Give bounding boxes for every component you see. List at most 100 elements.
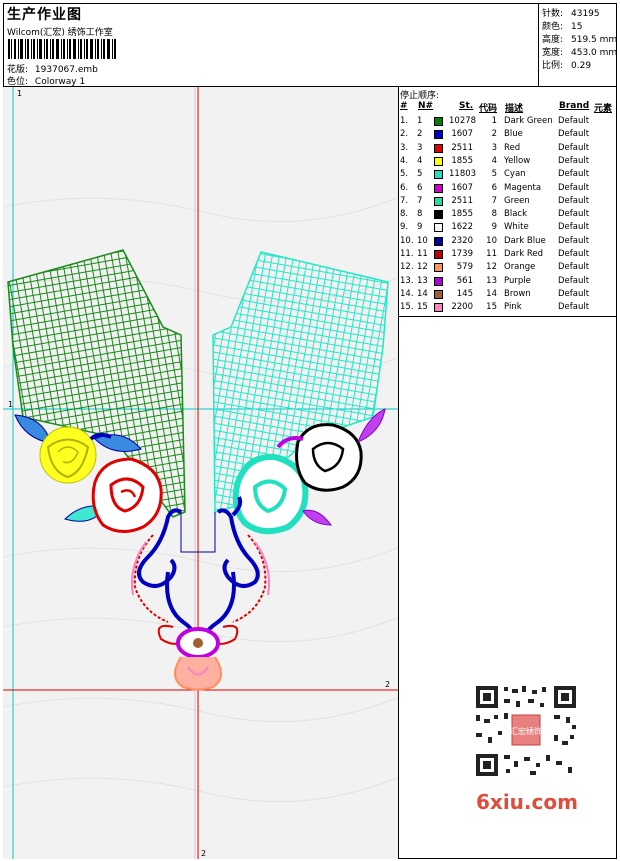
row-index: 1. [400,116,409,126]
row-code: 2 [491,129,497,140]
table-header: # N# St. 代码 描述 Brand 元素 [399,101,617,114]
col-code: 代码 [479,104,498,114]
row-code: 15 [486,302,497,313]
color-swatch [434,303,443,313]
row-code: 13 [486,275,497,286]
row-brand: Default [558,302,590,313]
row-desc: White [504,222,529,233]
row-index: 11. [400,249,414,259]
row-n: 4 [417,155,423,166]
table-row: 9. 9 1622 9 White Default [399,222,617,235]
guide-label-top: 1 [17,89,22,98]
color-swatch [434,117,443,126]
row-stitches: 1855 [451,209,473,220]
table-row: 7. 7 2511 7 Green Default [399,196,617,209]
row-brand: Default [558,195,590,206]
row-brand: Default [558,262,590,273]
row-n: 12 [417,262,428,273]
row-desc: Orange [504,262,536,273]
row-stitches: 2511 [451,142,473,153]
row-stitches: 11803 [449,169,477,180]
row-brand: Default [558,182,590,193]
row-index: 7. [400,195,409,206]
colorway-label: 色位: [7,77,29,87]
stats-panel: 针数: 43195 颜色: 15 高度: 519.5 mm 宽度: 453.0 mm 比… [539,3,617,87]
row-index: 5. [400,169,409,180]
stat-colors: 颜色: 15 [542,22,583,32]
row-code: 14 [486,288,497,299]
row-index: 13. [400,275,414,286]
header-panel: 生产作业图 Wilcom(汇宏) 绣饰工作室 花版: 1937067.emb 色… [3,3,539,87]
row-code: 8 [491,209,497,220]
row-stitches: 579 [456,262,473,273]
row-brand: Default [558,142,590,153]
col-n: N# [418,101,434,111]
row-n: 13 [417,275,428,286]
row-desc: Yellow [504,155,531,166]
row-code: 3 [491,142,497,153]
table-row: 2. 2 1607 2 Blue Default [399,129,617,142]
guide-label-left: 1 [8,400,13,409]
row-brand: Default [558,235,590,246]
row-index: 4. [400,155,409,166]
guide-label-right: 2 [385,680,390,689]
row-n: 14 [417,288,428,299]
row-brand: Default [558,249,590,259]
row-stitches: 1739 [451,249,473,259]
table-row: 5. 5 11803 5 Cyan Default [399,169,617,182]
row-brand: Default [558,222,590,233]
table-row: 1. 1 10278 1 Dark Green Default [399,116,617,129]
row-brand: Default [558,288,590,299]
row-n: 5 [417,169,423,180]
table-row: 11. 11 1739 11 Dark Red Default [399,249,617,262]
row-brand: Default [558,169,590,180]
table-row: 12. 12 579 12 Orange Default [399,262,617,275]
row-desc: Cyan [504,169,526,180]
yellow-flower [39,426,97,484]
row-stitches: 561 [456,275,473,286]
row-n: 15 [417,302,428,313]
color-swatch [434,196,443,206]
row-brand: Default [558,275,590,286]
table-row: 6. 6 1607 6 Magenta Default [399,183,617,196]
black-rose [295,423,363,492]
row-stitches: 145 [456,288,473,299]
color-swatch [434,276,443,286]
row-brand: Default [558,116,590,126]
row-stitches: 1855 [451,155,473,166]
table-row: 8. 8 1855 8 Black Default [399,209,617,222]
row-stitches: 1607 [451,182,473,193]
bottom-motif [157,624,239,691]
row-code: 9 [491,222,497,233]
guide-label-bottom: 2 [201,849,206,858]
row-n: 7 [417,195,423,206]
row-desc: Black [504,209,527,220]
page-title: 生产作业图 [7,7,82,23]
row-desc: Magenta [504,182,542,193]
row-brand: Default [558,209,590,220]
row-desc: Red [504,142,521,153]
row-stitches: 2200 [451,302,473,313]
row-n: 3 [417,142,423,153]
color-swatch [434,183,443,193]
row-index: 12. [400,262,414,273]
row-stitches: 1622 [451,222,473,233]
row-code: 5 [491,169,497,180]
cyan-flower [232,453,309,535]
row-n: 8 [417,209,423,220]
row-index: 10. [400,235,414,246]
row-stitches: 10278 [449,116,477,126]
row-n: 1 [417,116,423,126]
color-swatch [434,223,443,233]
color-swatch [434,130,443,140]
row-index: 14. [400,288,414,299]
row-desc: Dark Red [504,249,544,259]
barcode [8,39,116,59]
studio-subtitle: Wilcom(汇宏) 绣饰工作室 [7,28,113,38]
table-row: 14. 14 145 14 Brown Default [399,289,617,302]
row-desc: Dark Blue [504,235,546,246]
qr-code-watermark: 汇宏绣饰 [470,681,582,781]
site-watermark: 6xiu.com [476,790,578,814]
color-swatch [434,250,443,259]
table-row: 10. 10 2320 10 Dark Blue Default [399,236,617,249]
